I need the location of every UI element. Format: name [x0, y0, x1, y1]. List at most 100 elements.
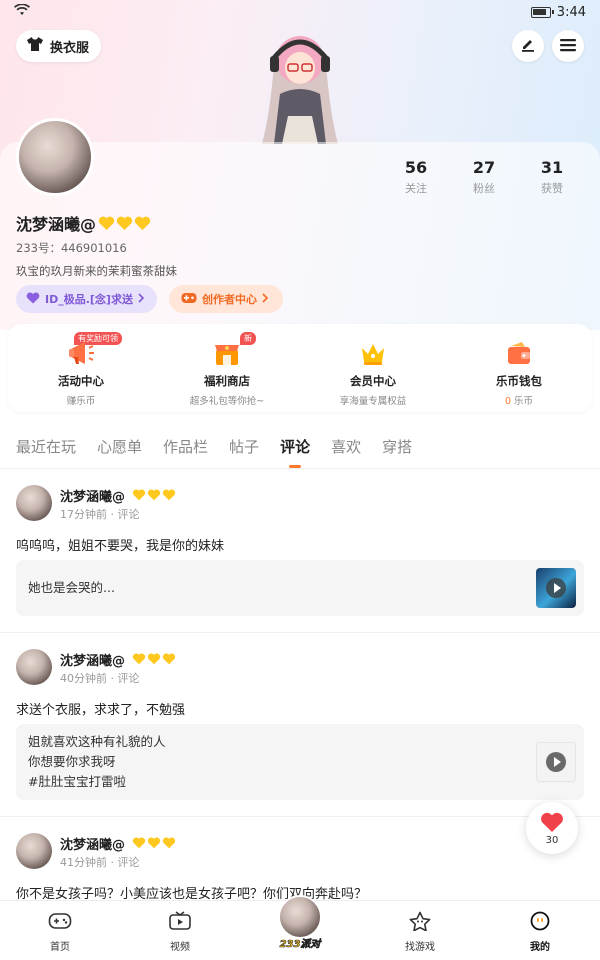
heart-badges — [132, 837, 176, 849]
feature-coin-wallet[interactable]: 乐币钱包 0 乐币 — [446, 324, 592, 412]
new-badge: 新 — [240, 332, 256, 345]
status-time: 3:44 — [556, 4, 586, 20]
stat-value: 56 — [404, 158, 428, 177]
stat-likes[interactable]: 31 获赞 — [518, 158, 586, 196]
party-logo: 233派对 — [279, 939, 321, 951]
status-bar: 3:44 — [0, 0, 600, 24]
yellow-heart-icon — [132, 653, 145, 665]
avatar[interactable] — [16, 649, 52, 685]
nav-me[interactable]: 我的 — [480, 901, 600, 960]
video-thumbnail[interactable] — [536, 742, 576, 782]
comment-text: 呜呜呜，姐姐不要哭，我是你的妹妹 — [16, 539, 225, 554]
gamepad-icon — [48, 913, 72, 935]
username-text: 沈梦涵曦@ — [16, 215, 97, 234]
nav-label: 视频 — [170, 942, 190, 953]
user-id: 233号：446901016 — [16, 241, 127, 255]
stat-label: 关注 — [405, 182, 427, 195]
shop-icon — [212, 338, 242, 368]
avatar[interactable] — [16, 118, 94, 196]
nav-home[interactable]: 首页 — [0, 901, 120, 960]
comment-meta: 41分钟前 · 评论 — [60, 856, 140, 869]
stat-value: 31 — [540, 158, 564, 177]
creator-center-button[interactable]: 创作者中心 — [169, 285, 283, 313]
tab-likes[interactable]: 喜欢 — [331, 436, 361, 457]
nav-video[interactable]: 视频 — [120, 901, 240, 960]
feature-subtitle: 0 乐币 — [446, 393, 592, 407]
feature-title: 活动中心 — [58, 374, 104, 388]
chevron-right-icon — [262, 292, 269, 306]
menu-button[interactable] — [552, 30, 584, 62]
megaphone-icon — [66, 338, 96, 368]
comment-author-name: 沈梦涵曦@ — [60, 838, 126, 853]
stat-fans[interactable]: 27 粉丝 — [450, 158, 518, 196]
feature-subtitle: 超多礼包等你抢~ — [189, 396, 265, 407]
comment-author-name: 沈梦涵曦@ — [60, 654, 126, 669]
quote-line: 你想要你求我呀 — [28, 754, 116, 769]
outfit-button[interactable]: 换衣服 — [16, 30, 102, 62]
outfit-button-label: 换衣服 — [50, 40, 90, 56]
shirt-icon — [26, 36, 44, 56]
avatar[interactable] — [16, 833, 52, 869]
comment-author[interactable]: 沈梦涵曦@ — [60, 486, 176, 505]
gamepad-icon — [181, 292, 197, 307]
quoted-video[interactable]: 姐就喜欢这种有礼貌的人 你想要你求我呀 #肚肚宝宝打雷啦 — [16, 724, 584, 800]
nav-label: 我的 — [530, 942, 550, 953]
edit-profile-button[interactable] — [512, 30, 544, 62]
tab-works[interactable]: 作品栏 — [163, 436, 208, 457]
tab-recently-played[interactable]: 最近在玩 — [16, 436, 76, 457]
feature-member-center[interactable]: 会员中心 享海量专属权益 — [300, 324, 446, 412]
comment-text: 你不是女孩子吗？小美应该也是女孩子吧？你们双向奔赴吗？ — [16, 887, 368, 900]
pencil-icon — [520, 36, 536, 56]
comment-item[interactable]: 沈梦涵曦@ 17分钟前 · 评论 呜呜呜，姐姐不要哭，我是你的妹妹 她也是会哭的… — [0, 469, 600, 633]
yellow-heart-icon — [98, 216, 115, 230]
stat-label: 获赞 — [541, 182, 563, 195]
coin-unit: 乐币 — [514, 396, 534, 407]
comment-author[interactable]: 沈梦涵曦@ — [60, 834, 176, 853]
avatar[interactable] — [16, 485, 52, 521]
nav-find-games[interactable]: 找游戏 — [360, 901, 480, 960]
yellow-heart-icon — [147, 837, 160, 849]
tv-icon — [168, 911, 192, 935]
yellow-heart-icon — [147, 489, 160, 501]
feature-title: 福利商店 — [204, 374, 250, 388]
user-bio: 玖宝的玖月新来的茉莉蜜茶甜妹 — [16, 264, 177, 278]
yellow-heart-icon — [162, 837, 175, 849]
yellow-heart-icon — [162, 653, 175, 665]
quoted-video[interactable]: 她也是会哭的... — [16, 560, 584, 616]
feature-title: 乐币钱包 — [496, 374, 542, 388]
video-thumbnail[interactable] — [536, 568, 576, 608]
coin-count: 0 — [504, 396, 511, 407]
comment-text: 求送个衣服，求求了，不勉强 — [16, 703, 186, 718]
avatar-character[interactable] — [252, 24, 348, 144]
nav-label: 首页 — [50, 942, 70, 953]
like-count: 30 — [545, 835, 559, 846]
party-avatar — [278, 895, 322, 939]
yellow-heart-icon — [116, 216, 133, 230]
comment-feed[interactable]: 沈梦涵曦@ 17分钟前 · 评论 呜呜呜，姐姐不要哭，我是你的妹妹 她也是会哭的… — [0, 468, 600, 900]
stat-following[interactable]: 56 关注 — [382, 158, 450, 196]
comment-item[interactable]: 沈梦涵曦@ 41分钟前 · 评论 你不是女孩子吗？小美应该也是女孩子吧？你们双向… — [0, 817, 600, 900]
comment-author[interactable]: 沈梦涵曦@ — [60, 650, 176, 669]
tab-posts[interactable]: 帖子 — [229, 436, 259, 457]
tab-outfits[interactable]: 穿搭 — [382, 436, 412, 457]
feature-activity-center[interactable]: 有奖励可领 活动中心 赚乐币 — [8, 324, 154, 412]
nav-party[interactable]: 233派对 — [240, 895, 360, 960]
tab-comments[interactable]: 评论 — [280, 436, 310, 457]
tab-wishlist[interactable]: 心愿单 — [97, 436, 142, 457]
comment-item[interactable]: 沈梦涵曦@ 40分钟前 · 评论 求送个衣服，求求了，不勉强 姐就喜欢这种有礼貌… — [0, 633, 600, 817]
feature-subtitle: 享海量专属权益 — [339, 396, 407, 407]
star-icon — [408, 911, 432, 935]
quote-text: 她也是会哭的... — [28, 580, 115, 595]
heart-badges — [98, 216, 151, 231]
yellow-heart-icon — [162, 489, 175, 501]
comment-meta: 17分钟前 · 评论 — [60, 508, 140, 521]
creator-center-label: 创作者中心 — [202, 293, 257, 306]
nav-label: 找游戏 — [405, 942, 435, 953]
yellow-heart-icon — [134, 216, 151, 230]
like-button[interactable]: 30 — [526, 802, 578, 854]
feature-welfare-shop[interactable]: 新 福利商店 超多礼包等你抢~ — [154, 324, 300, 412]
gift-request-tag[interactable]: ID_极品.[念]求送 — [16, 285, 157, 313]
heart-icon — [26, 292, 40, 307]
crown-icon — [358, 338, 388, 368]
wifi-icon — [14, 3, 30, 20]
